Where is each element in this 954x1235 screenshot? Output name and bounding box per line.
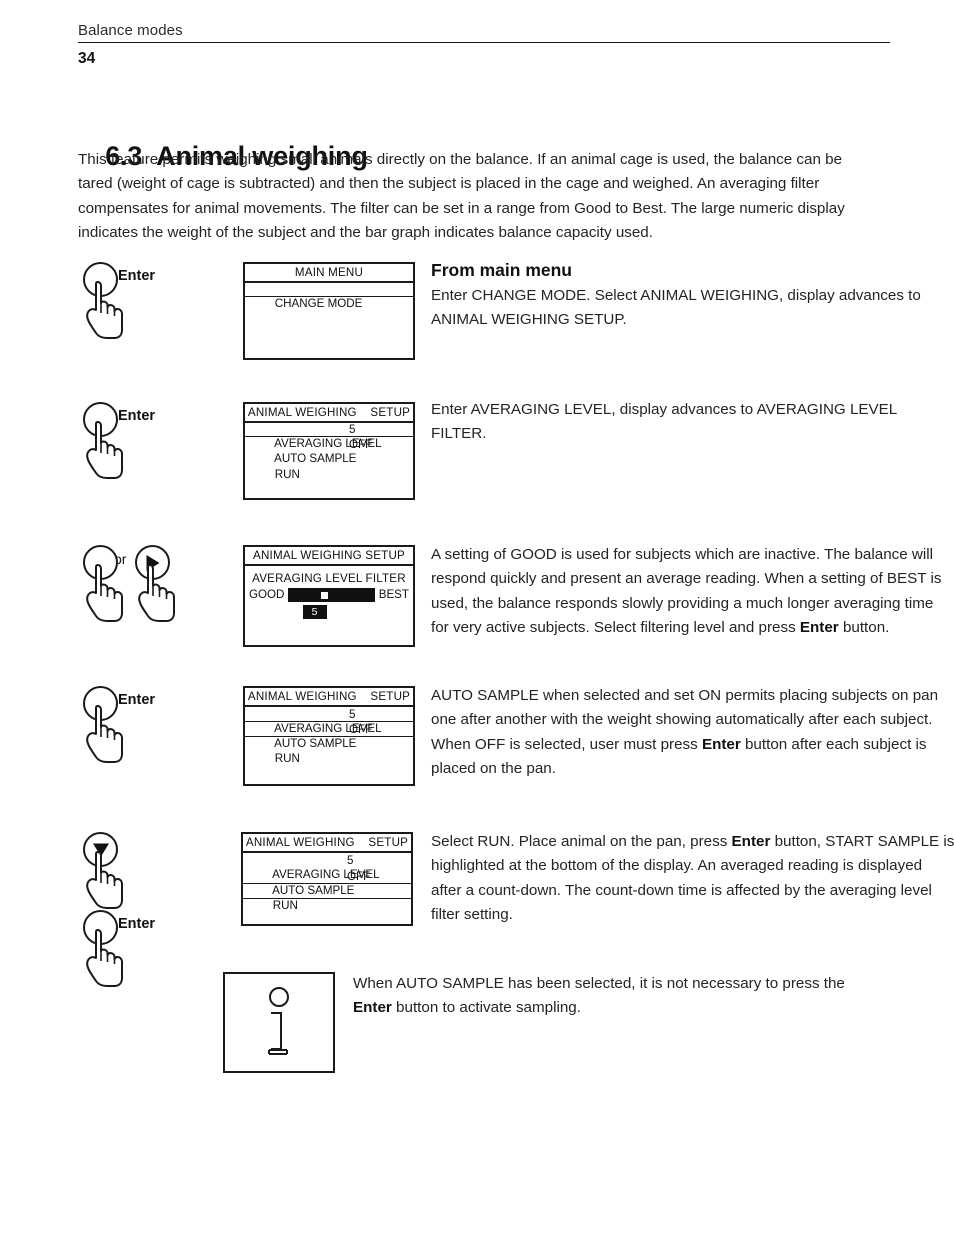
display-row-auto-sample: AUTO SAMPLE OFF: [245, 437, 413, 465]
display-panel-main-menu: MAIN MENU CHANGE MODE: [243, 262, 415, 360]
note-enter-emphasis: Enter: [353, 999, 392, 1017]
display-panel-averaging-filter: ANIMAL WEIGHING SETUP AVERAGING LEVEL FI…: [243, 545, 415, 647]
slider-line: GOOD BEST: [249, 587, 409, 602]
slider-label-best: BEST: [378, 587, 409, 601]
display-row-label: RUN: [272, 899, 298, 913]
step-4-keys: Enter: [78, 686, 178, 764]
enter-key-group-4[interactable]: Enter: [78, 686, 155, 764]
slider-value-badge: 5: [302, 605, 327, 619]
step-5-keys: Enter: [78, 832, 178, 992]
display-title: ANIMAL WEIGHING SETUP: [245, 547, 413, 566]
note-body: When AUTO SAMPLE has been selected, it i…: [353, 972, 877, 1021]
display-row-label: RUN: [274, 752, 300, 766]
display-title: ANIMAL WEIGHING SETUP: [245, 404, 413, 423]
display-row-averaging-level: AVERAGING LEVEL 5: [243, 853, 411, 881]
header-rule: [78, 42, 890, 43]
display-row-value: OFF: [349, 723, 373, 737]
display-row-auto-sample: AUTO SAMPLE OFF: [245, 721, 413, 750]
step-1-text: From main menu Enter CHANGE MODE. Select…: [431, 258, 951, 333]
step-5-enter-emphasis: Enter: [731, 833, 771, 850]
step-1-body: Enter CHANGE MODE. Select ANIMAL WEIGHIN…: [431, 287, 921, 329]
step-3-body-part2: button.: [838, 619, 890, 637]
display-panel-animal-setup-3: ANIMAL WEIGHING SETUP AVERAGING LEVEL 5 …: [241, 832, 413, 926]
pointing-hand-icon: [86, 281, 123, 339]
display-row-value: 5: [349, 708, 356, 721]
arrow-right-key-group[interactable]: [130, 545, 182, 623]
step-4-text: AUTO SAMPLE when selected and set ON per…: [431, 684, 951, 782]
display-panel-animal-setup-1: ANIMAL WEIGHING SETUP AVERAGING LEVEL 5 …: [243, 402, 415, 500]
pointing-hand-icon: [86, 929, 123, 987]
step-5-body-part1: Select RUN. Place animal on the pan, pre…: [431, 833, 732, 850]
enter-key-group-5[interactable]: Enter: [78, 910, 155, 988]
pointing-hand-icon: [86, 851, 123, 909]
display-row-label: CHANGE MODE: [274, 297, 363, 311]
display-row-value: 5: [349, 423, 356, 437]
step-4-body: AUTO SAMPLE when selected and set ON per…: [431, 684, 951, 782]
slider-thumb[interactable]: [321, 591, 329, 599]
page-number: 34: [78, 50, 96, 67]
running-header: Balance modes: [78, 22, 890, 43]
note-text: When AUTO SAMPLE has been selected, it i…: [353, 972, 877, 1021]
display-row-averaging-level: AVERAGING LEVEL 5: [245, 421, 413, 450]
enter-key-group-3[interactable]: or: [78, 545, 130, 623]
step-3-text: A setting of GOOD is used for subjects w…: [431, 543, 951, 641]
display-row-value: 5: [347, 854, 354, 867]
display-row-run: RUN: [245, 737, 413, 765]
intro-paragraph: This feature permits weighing small anim…: [78, 151, 845, 242]
pointing-hand-icon: [86, 421, 123, 479]
display-row-value: OFF: [347, 870, 371, 883]
step-3-enter-emphasis: Enter: [799, 619, 839, 637]
note-icon-box: [223, 972, 335, 1073]
enter-key-group-1[interactable]: Enter: [78, 262, 155, 340]
step-3-body: A setting of GOOD is used for subjects w…: [431, 543, 951, 641]
enter-key-group-2[interactable]: Enter: [78, 402, 155, 480]
display-row-change-mode: CHANGE MODE: [245, 281, 413, 310]
key-icon[interactable]: [130, 545, 182, 623]
averaging-level-slider[interactable]: GOOD BEST 5: [245, 587, 413, 627]
display-row-run: RUN: [243, 883, 411, 912]
arrow-down-key-group[interactable]: [78, 832, 130, 910]
step-2-text: Enter AVERAGING LEVEL, display advances …: [431, 398, 951, 447]
key-icon[interactable]: [78, 832, 130, 910]
step-1-heading: From main menu: [431, 260, 572, 280]
step-1-keys: Enter: [78, 262, 178, 340]
display-row-label: RUN: [274, 468, 300, 482]
info-icon: [268, 986, 289, 1055]
display-row-run: RUN: [245, 453, 413, 481]
display-row-value: OFF: [349, 438, 373, 452]
step-5-body: Select RUN. Place animal on the pan, pre…: [431, 830, 954, 928]
step-4-enter-emphasis: Enter: [701, 735, 741, 753]
step-5-text: Select RUN. Place animal on the pan, pre…: [431, 830, 954, 928]
display-subtitle: AVERAGING LEVEL FILTER: [252, 572, 406, 585]
step-2-body: Enter AVERAGING LEVEL, display advances …: [431, 401, 897, 443]
display-title: ANIMAL WEIGHING SETUP: [243, 834, 411, 853]
note-body-part1: When AUTO SAMPLE has been selected, it i…: [353, 975, 845, 992]
pointing-hand-icon: [86, 705, 123, 763]
pointing-hand-icon: [138, 564, 175, 622]
display-panel-animal-setup-2: ANIMAL WEIGHING SETUP AVERAGING LEVEL 5 …: [243, 686, 415, 786]
slider-track[interactable]: [288, 587, 375, 602]
step-2-keys: Enter: [78, 402, 178, 480]
page: Balance modes 34 6.3 Animal weighing This…: [0, 0, 954, 1235]
display-title: MAIN MENU: [245, 264, 413, 283]
slider-label-good: GOOD: [249, 587, 285, 601]
note-body-part2: button to activate sampling.: [391, 999, 581, 1017]
running-header-title: Balance modes: [78, 22, 183, 39]
pointing-hand-icon: [86, 564, 123, 622]
display-title: ANIMAL WEIGHING SETUP: [245, 688, 413, 707]
